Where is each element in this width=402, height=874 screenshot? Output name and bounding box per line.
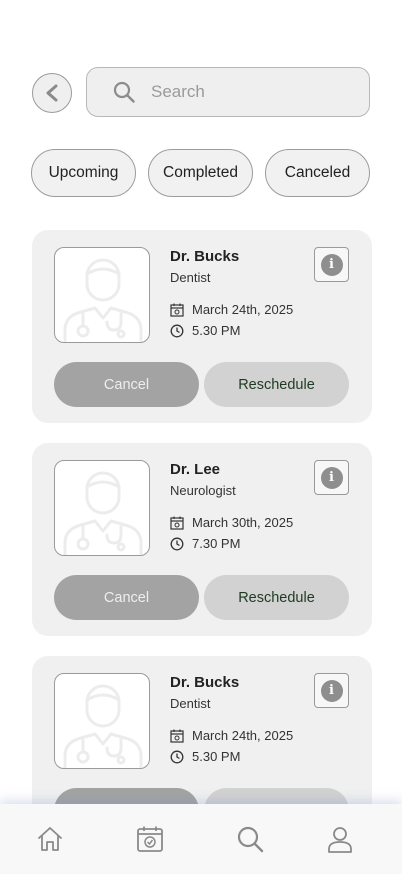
- bottom-nav: [0, 804, 402, 874]
- appointment-date: March 24th, 2025: [170, 302, 293, 317]
- filter-upcoming[interactable]: Upcoming: [31, 149, 136, 197]
- doctor-name: Dr. Bucks: [170, 674, 240, 691]
- date-text: March 24th, 2025: [192, 302, 294, 317]
- search-icon: [237, 826, 264, 853]
- nav-appointments[interactable]: [135, 824, 165, 854]
- doctor-avatar: [54, 247, 150, 343]
- clock-icon: [170, 750, 184, 764]
- doctor-avatar: [54, 673, 150, 769]
- clock-icon: [170, 537, 184, 551]
- doctor-name: Dr. Lee: [170, 461, 221, 478]
- date-text: March 30th, 2025: [192, 515, 294, 530]
- nav-search[interactable]: [235, 824, 265, 854]
- appointment-card: Dr. Bucks Dentist March 24th, 2025 5.30 …: [32, 230, 372, 423]
- calendar-icon: [170, 729, 184, 743]
- appointment-card: Dr. Lee Neurologist March 30th, 2025 7.3…: [32, 443, 372, 636]
- doctor-name: Dr. Bucks: [170, 248, 240, 265]
- clock-icon: [170, 324, 184, 338]
- info-button[interactable]: i: [314, 460, 349, 495]
- appointment-time: 7.30 PM: [170, 536, 240, 551]
- cancel-button[interactable]: Cancel: [54, 362, 199, 407]
- doctor-specialty: Dentist: [170, 270, 211, 285]
- top-bar: [32, 67, 370, 117]
- doctor-icon: [63, 258, 143, 342]
- doctor-icon: [63, 471, 143, 555]
- info-icon: i: [320, 466, 343, 489]
- doctor-specialty: Dentist: [170, 696, 211, 711]
- search-icon: [113, 81, 135, 103]
- filter-completed[interactable]: Completed: [148, 149, 253, 197]
- chevron-left-icon: [46, 84, 58, 102]
- time-text: 7.30 PM: [192, 536, 241, 551]
- back-button[interactable]: [32, 73, 72, 113]
- cancel-button[interactable]: Cancel: [54, 575, 199, 620]
- calendar-icon: [170, 516, 184, 530]
- filter-canceled[interactable]: Canceled: [265, 149, 370, 197]
- info-icon: i: [320, 253, 343, 276]
- info-button[interactable]: i: [314, 247, 349, 282]
- time-text: 5.30 PM: [192, 749, 241, 764]
- appointment-time: 5.30 PM: [170, 323, 240, 338]
- appointment-date: March 24th, 2025: [170, 728, 293, 743]
- doctor-avatar: [54, 460, 150, 556]
- search-input[interactable]: [151, 82, 351, 102]
- appointment-date: March 30th, 2025: [170, 515, 293, 530]
- doctor-specialty: Neurologist: [170, 483, 236, 498]
- nav-profile[interactable]: [325, 824, 355, 854]
- time-text: 5.30 PM: [192, 323, 241, 338]
- info-button[interactable]: i: [314, 673, 349, 708]
- appointment-time: 5.30 PM: [170, 749, 240, 764]
- reschedule-button[interactable]: Reschedule: [204, 362, 349, 407]
- info-icon: i: [320, 679, 343, 702]
- nav-home[interactable]: [35, 824, 65, 854]
- date-text: March 24th, 2025: [192, 728, 294, 743]
- filter-tabs: Upcoming Completed Canceled: [31, 149, 371, 197]
- calendar-check-icon: [137, 826, 163, 852]
- doctor-icon: [63, 684, 143, 768]
- user-icon: [328, 827, 352, 853]
- calendar-icon: [170, 303, 184, 317]
- reschedule-button[interactable]: Reschedule: [204, 575, 349, 620]
- search-bar[interactable]: [86, 67, 370, 117]
- home-icon: [38, 827, 62, 851]
